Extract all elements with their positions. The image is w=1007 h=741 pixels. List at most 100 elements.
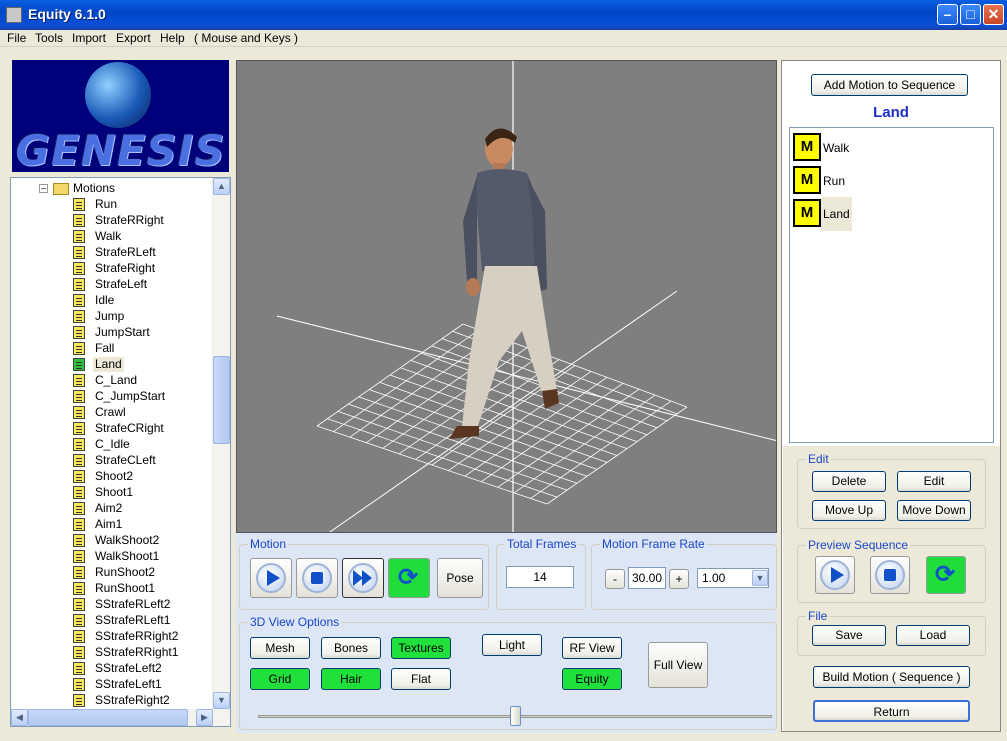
tree-item[interactable]: StrafeCRight [71, 420, 221, 436]
frame-slider[interactable] [258, 704, 772, 726]
tree-horizontal-scrollbar[interactable]: ◀ ▶ [11, 709, 230, 726]
menu-tools[interactable]: Tools [35, 30, 63, 46]
preview-loop-button[interactable]: ⟳ [926, 556, 966, 594]
logo-text: GENESIS [15, 126, 226, 172]
tree-item[interactable]: SStrafeRight2 [71, 692, 221, 708]
menu-mouse-and-keys[interactable]: ( Mouse and Keys ) [194, 30, 298, 46]
tree-item[interactable]: SStrafeRRight2 [71, 628, 221, 644]
tree-item[interactable]: Idle [71, 292, 221, 308]
tree-item[interactable]: Land [71, 356, 221, 372]
play-button[interactable] [250, 558, 292, 598]
tree-item[interactable]: Walk [71, 228, 221, 244]
sequence-item-label[interactable]: Run [821, 171, 847, 191]
return-button[interactable]: Return [813, 700, 970, 722]
total-frames-field[interactable]: 14 [506, 566, 574, 588]
scroll-right-button[interactable]: ▶ [196, 709, 213, 726]
menu-import[interactable]: Import [72, 30, 106, 46]
load-button[interactable]: Load [896, 625, 970, 646]
tree-item[interactable]: C_Land [71, 372, 221, 388]
scroll-down-button[interactable]: ▼ [213, 692, 230, 709]
preview-play-button[interactable] [815, 556, 855, 594]
folder-icon [53, 183, 69, 195]
motion-badge-icon[interactable]: M [793, 133, 821, 161]
tree-item[interactable]: SStrafeRRight1 [71, 644, 221, 660]
tree-item[interactable]: StrafeCLeft [71, 452, 221, 468]
frame-rate-decrease-button[interactable]: - [605, 569, 625, 589]
stop-button[interactable] [296, 558, 338, 598]
flat-button[interactable]: Flat [391, 668, 451, 690]
tree-item[interactable]: StrafeRRight [71, 212, 221, 228]
menu-file[interactable]: File [7, 30, 26, 46]
mesh-button[interactable]: Mesh [250, 637, 310, 659]
motion-badge-icon[interactable]: M [793, 199, 821, 227]
tree-item[interactable]: Aim1 [71, 516, 221, 532]
bones-button[interactable]: Bones [321, 637, 381, 659]
scroll-thumb[interactable] [213, 356, 230, 444]
preview-stop-button[interactable] [870, 556, 910, 594]
menu-help[interactable]: Help [160, 30, 185, 46]
tree-item[interactable]: C_JumpStart [71, 388, 221, 404]
move-down-button[interactable]: Move Down [897, 500, 971, 521]
minimize-button[interactable]: – [937, 4, 958, 25]
loop-button[interactable]: ⟳ [388, 558, 430, 598]
tree-vertical-scrollbar[interactable]: ▲ ▼ [212, 178, 230, 709]
tree-item[interactable]: Shoot1 [71, 484, 221, 500]
add-motion-to-sequence-button[interactable]: Add Motion to Sequence [811, 74, 968, 96]
rf-view-button[interactable]: RF View [562, 637, 622, 659]
equity-button[interactable]: Equity [562, 668, 622, 690]
scroll-up-button[interactable]: ▲ [213, 178, 230, 195]
pose-button[interactable]: Pose [437, 558, 483, 598]
hair-button[interactable]: Hair [321, 668, 381, 690]
save-button[interactable]: Save [812, 625, 886, 646]
tree-item[interactable]: C_Idle [71, 436, 221, 452]
tree-item[interactable]: WalkShoot2 [71, 532, 221, 548]
tree-item[interactable]: Crawl [71, 404, 221, 420]
maximize-button[interactable]: □ [960, 4, 981, 25]
tree-item[interactable]: Run [71, 196, 221, 212]
tree-item[interactable]: StrafeLeft [71, 276, 221, 292]
tree-item[interactable]: SStrafeLeft2 [71, 660, 221, 676]
tree-item[interactable]: StrafeRLeft [71, 244, 221, 260]
build-motion-button[interactable]: Build Motion ( Sequence ) [813, 666, 970, 688]
tree-item[interactable]: JumpStart [71, 324, 221, 340]
tree-item[interactable]: Aim2 [71, 500, 221, 516]
tree-item-label: C_Idle [95, 437, 130, 451]
motion-badge-icon[interactable]: M [793, 166, 821, 194]
tree-item-label: Jump [95, 309, 125, 323]
frame-rate-field[interactable]: 30.00 [628, 567, 666, 589]
playback-speed-select[interactable]: 1.00 ▼ [697, 568, 769, 588]
fast-forward-button[interactable] [342, 558, 384, 598]
scroll-left-button[interactable]: ◀ [11, 709, 28, 726]
full-view-button[interactable]: Full View [648, 642, 708, 688]
delete-button[interactable]: Delete [812, 471, 886, 492]
tree-item[interactable]: Shoot2 [71, 468, 221, 484]
tree-item[interactable]: RunShoot2 [71, 564, 221, 580]
tree-item[interactable]: SStrafeLeft1 [71, 676, 221, 692]
menu-export[interactable]: Export [116, 30, 151, 46]
light-button[interactable]: Light [482, 634, 542, 656]
sequence-item-label[interactable]: Walk [821, 138, 851, 158]
sequence-list[interactable]: M Walk M Run M Land [789, 127, 994, 443]
3d-viewport[interactable] [236, 60, 777, 533]
grid-button[interactable]: Grid [250, 668, 310, 690]
motion-file-icon [73, 518, 85, 531]
edit-button[interactable]: Edit [897, 471, 971, 492]
chevron-down-icon[interactable]: ▼ [752, 570, 768, 586]
close-button[interactable]: ✕ [983, 4, 1004, 25]
sequence-item-label[interactable]: Land [821, 197, 852, 231]
move-up-button[interactable]: Move Up [812, 500, 886, 521]
collapse-icon[interactable]: – [39, 184, 48, 193]
tree-item[interactable]: SStrafeRLeft1 [71, 612, 221, 628]
edit-group-title: Edit [806, 452, 831, 466]
tree-item-label: Shoot1 [95, 485, 134, 499]
textures-button[interactable]: Textures [391, 637, 451, 659]
tree-item[interactable]: Fall [71, 340, 221, 356]
slider-thumb[interactable] [510, 706, 521, 726]
frame-rate-increase-button[interactable]: + [669, 569, 689, 589]
hscroll-thumb[interactable] [28, 709, 188, 726]
tree-item[interactable]: StrafeRight [71, 260, 221, 276]
tree-item[interactable]: Jump [71, 308, 221, 324]
tree-item[interactable]: WalkShoot1 [71, 548, 221, 564]
tree-item[interactable]: SStrafeRLeft2 [71, 596, 221, 612]
tree-item[interactable]: RunShoot1 [71, 580, 221, 596]
